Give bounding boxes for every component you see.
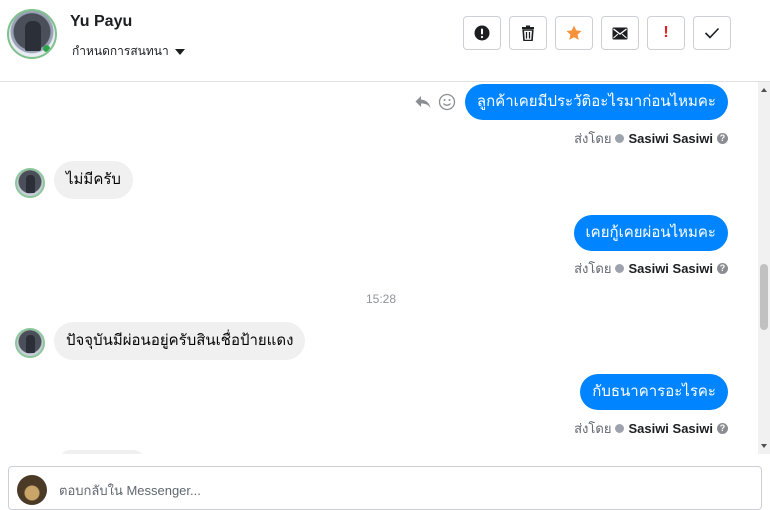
- scrollbar-thumb[interactable]: [760, 264, 768, 330]
- scroll-down-arrow-icon[interactable]: [761, 444, 767, 448]
- sent-by-info: ส่งโดย Sasiwi Sasiwi ?: [574, 258, 728, 279]
- my-avatar: [17, 475, 47, 505]
- schedule-conversation-dropdown[interactable]: กำหนดการสนทนา: [72, 42, 185, 61]
- conversation-header: Yu Payu กำหนดการสนทนา !: [0, 0, 770, 82]
- message-actions: [414, 93, 456, 111]
- done-button[interactable]: [693, 16, 731, 50]
- conversation-toolbar: !: [463, 16, 731, 50]
- avatar-figure: [26, 175, 35, 193]
- mark-unread-button[interactable]: [601, 16, 639, 50]
- sender-name[interactable]: Sasiwi Sasiwi: [628, 421, 713, 436]
- sent-by-label: ส่งโดย: [574, 131, 612, 146]
- envelope-icon: [612, 27, 628, 39]
- sent-by-label: ส่งโดย: [574, 421, 612, 436]
- sender-name[interactable]: Sasiwi Sasiwi: [628, 131, 713, 146]
- online-status-dot: [43, 45, 50, 52]
- help-icon[interactable]: ?: [717, 263, 728, 274]
- delete-button[interactable]: [509, 16, 547, 50]
- sender-name[interactable]: Sasiwi Sasiwi: [628, 261, 713, 276]
- contact-name[interactable]: Yu Payu: [70, 13, 132, 31]
- reply-input[interactable]: [57, 475, 741, 505]
- help-icon[interactable]: ?: [717, 133, 728, 144]
- important-button[interactable]: !: [647, 16, 685, 50]
- reply-icon[interactable]: [414, 94, 432, 110]
- sent-check-icon: [615, 134, 625, 143]
- incoming-message[interactable]: ไม่มีครับ: [54, 161, 133, 199]
- help-icon[interactable]: ?: [717, 423, 728, 434]
- emoji-react-icon[interactable]: [438, 93, 456, 111]
- incoming-message-partial[interactable]: [60, 450, 144, 454]
- caret-down-icon: [174, 48, 185, 55]
- schedule-conversation-label: กำหนดการสนทนา: [72, 44, 169, 58]
- contact-avatar[interactable]: [7, 9, 57, 59]
- contact-avatar-small[interactable]: [15, 328, 45, 358]
- report-button[interactable]: [463, 16, 501, 50]
- outgoing-message[interactable]: เคยกู้เคยผ่อนไหมคะ: [573, 215, 728, 251]
- sent-by-label: ส่งโดย: [574, 261, 612, 276]
- exclamation-icon: !: [663, 24, 669, 41]
- reply-composer: [8, 466, 762, 510]
- incoming-message[interactable]: ปัจจุบันมีผ่อนอยู่ครับสินเชื่อป้ายแดง: [54, 322, 306, 360]
- contact-avatar-small[interactable]: [15, 168, 45, 198]
- timestamp-divider: 15:28: [365, 292, 397, 306]
- sent-by-info: ส่งโดย Sasiwi Sasiwi ?: [574, 128, 728, 149]
- avatar-figure: [26, 335, 35, 353]
- sent-by-info: ส่งโดย Sasiwi Sasiwi ?: [574, 418, 728, 439]
- trash-icon: [522, 25, 534, 41]
- message-thread[interactable]: ลูกค้าเคยมีประวัติอะไรมาก่อนไหมคะ ส่งโดย…: [0, 82, 758, 454]
- outgoing-message[interactable]: ลูกค้าเคยมีประวัติอะไรมาก่อนไหมคะ: [464, 84, 728, 120]
- avatar-figure: [25, 21, 41, 51]
- sent-check-icon: [615, 264, 625, 273]
- scroll-up-arrow-icon[interactable]: [761, 88, 767, 92]
- outgoing-message[interactable]: กับธนาคารอะไรคะ: [580, 374, 728, 410]
- star-icon: [566, 25, 582, 40]
- sent-check-icon: [615, 424, 625, 433]
- checkmark-icon: [704, 27, 720, 39]
- exclamation-circle-icon: [474, 25, 490, 41]
- star-button[interactable]: [555, 16, 593, 50]
- thread-scrollbar[interactable]: [758, 82, 770, 454]
